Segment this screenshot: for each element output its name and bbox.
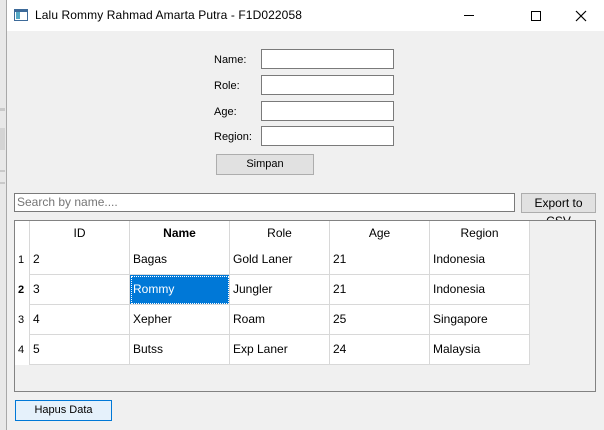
data-table[interactable]: ID Name Role Age Region 1 2 Bagas Gold L… bbox=[14, 220, 596, 392]
column-header-age[interactable]: Age bbox=[330, 221, 430, 245]
delete-data-button[interactable]: Hapus Data bbox=[15, 400, 112, 421]
table-corner[interactable] bbox=[15, 221, 30, 245]
column-header-name[interactable]: Name bbox=[130, 221, 230, 245]
table-cell-name[interactable]: Xepher bbox=[130, 305, 230, 335]
table-cell-age[interactable]: 25 bbox=[330, 305, 430, 335]
role-label: Role: bbox=[214, 80, 240, 92]
table-cell-name-selected[interactable]: Rommy bbox=[130, 275, 230, 305]
table-cell-role[interactable]: Jungler bbox=[230, 275, 330, 305]
name-label: Name: bbox=[214, 54, 247, 66]
minimize-icon bbox=[464, 15, 474, 16]
role-field[interactable] bbox=[261, 75, 394, 95]
search-input[interactable]: Search by name.... bbox=[14, 193, 515, 212]
export-csv-button[interactable]: Export to CSV bbox=[521, 193, 596, 228]
table-cell-id[interactable]: 5 bbox=[30, 335, 130, 365]
close-button[interactable] bbox=[558, 0, 604, 31]
app-window: Lalu Rommy Rahmad Amarta Putra - F1D0220… bbox=[6, 0, 604, 430]
save-button[interactable]: Simpan bbox=[216, 154, 314, 175]
column-header-role[interactable]: Role bbox=[230, 221, 330, 245]
row-header[interactable]: 1 bbox=[15, 245, 30, 275]
table-cell-age[interactable]: 21 bbox=[330, 245, 430, 275]
table-cell-name[interactable]: Bagas bbox=[130, 245, 230, 275]
table-cell-role[interactable]: Roam bbox=[230, 305, 330, 335]
table-cell-id[interactable]: 4 bbox=[30, 305, 130, 335]
maximize-button[interactable] bbox=[513, 0, 559, 31]
table-cell-age[interactable]: 24 bbox=[330, 335, 430, 365]
table-cell-id[interactable]: 3 bbox=[30, 275, 130, 305]
row-header[interactable]: 2 bbox=[15, 275, 30, 305]
close-icon bbox=[575, 10, 587, 21]
column-header-region[interactable]: Region bbox=[430, 221, 530, 245]
window-title: Lalu Rommy Rahmad Amarta Putra - F1D0220… bbox=[35, 8, 302, 22]
table-cell-region[interactable]: Indonesia bbox=[430, 275, 530, 305]
age-label: Age: bbox=[214, 106, 237, 118]
table-cell-region[interactable]: Singapore bbox=[430, 305, 530, 335]
maximize-icon bbox=[531, 10, 541, 21]
column-header-id[interactable]: ID bbox=[30, 221, 130, 245]
age-field[interactable] bbox=[261, 101, 394, 121]
row-header[interactable]: 4 bbox=[15, 335, 30, 365]
region-label: Region: bbox=[214, 131, 252, 143]
table-cell-id[interactable]: 2 bbox=[30, 245, 130, 275]
table-cell-region[interactable]: Malaysia bbox=[430, 335, 530, 365]
region-field[interactable] bbox=[261, 126, 394, 146]
table-cell-name[interactable]: Butss bbox=[130, 335, 230, 365]
table-cell-role[interactable]: Gold Laner bbox=[230, 245, 330, 275]
row-header[interactable]: 3 bbox=[15, 305, 30, 335]
app-window-icon bbox=[14, 9, 28, 21]
minimize-button[interactable] bbox=[446, 0, 492, 31]
title-bar[interactable]: Lalu Rommy Rahmad Amarta Putra - F1D0220… bbox=[7, 0, 604, 31]
name-field[interactable] bbox=[261, 49, 394, 69]
table-cell-role[interactable]: Exp Laner bbox=[230, 335, 330, 365]
table-cell-age[interactable]: 21 bbox=[330, 275, 430, 305]
table-cell-region[interactable]: Indonesia bbox=[430, 245, 530, 275]
